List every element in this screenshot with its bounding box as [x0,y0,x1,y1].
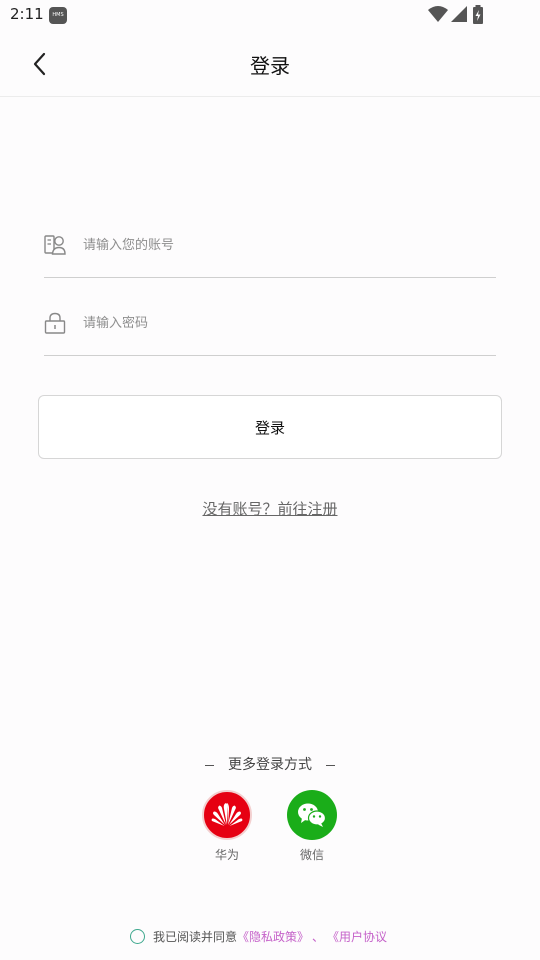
status-bar: 2:11 HMS [0,0,540,30]
divider-dash [205,764,214,766]
divider-dash [326,764,335,766]
huawei-label: 华为 [214,848,239,862]
agreement-row: 我已阅读并同意 《隐私政策》 、 《用户协议 [130,926,387,946]
wechat-logo-icon [298,803,327,827]
password-input[interactable] [83,308,483,338]
agreement-separator: 、 [312,929,325,944]
password-field [44,300,496,356]
login-button[interactable]: 登录 [38,395,502,459]
huawei-logo-icon [211,803,243,826]
account-input[interactable] [83,230,483,260]
wechat-label: 微信 [299,848,324,862]
privacy-policy-link[interactable]: 《隐私政策》 [237,928,309,945]
more-login-label: 更多登录方式 [228,757,312,773]
header: 登录 [0,30,540,97]
huawei-login-button[interactable]: 华为 [197,790,257,863]
page-title: 登录 [250,54,290,78]
battery-charging-icon [473,5,483,24]
agreement-prefix: 我已阅读并同意 [153,929,238,944]
hms-badge-icon: HMS [49,7,67,24]
cell-signal-icon [451,6,467,22]
status-time: 2:11 [10,5,44,23]
account-icon [44,235,66,255]
lock-icon [44,312,66,334]
login-screen: 2:11 HMS 登录 请输入您的账号 登录 没有账号？前往注册 更多登录方式 … [0,0,540,960]
more-login-title: 更多登录方式 [0,754,540,774]
wechat-circle [287,790,337,840]
huawei-circle [202,790,252,840]
register-link[interactable]: 没有账号？前往注册 [0,498,540,519]
agreement-checkbox[interactable] [130,928,145,944]
user-agreement-link[interactable]: 《用户协议 [327,928,387,945]
account-field [44,222,496,278]
wifi-icon [428,6,448,22]
wechat-login-button[interactable]: 微信 [282,790,342,863]
